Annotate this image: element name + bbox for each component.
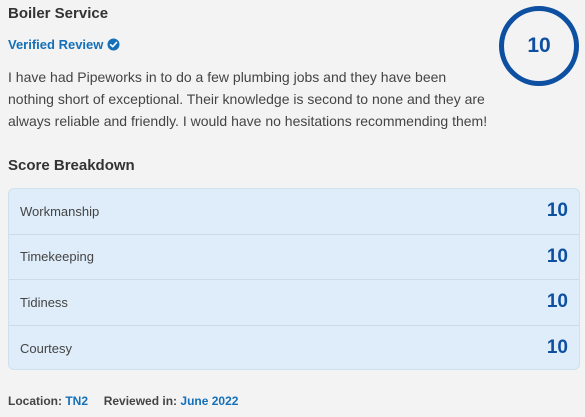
breakdown-label: Tidiness — [20, 294, 68, 310]
reviewed-value: June 2022 — [180, 394, 239, 408]
breakdown-score: 10 — [546, 200, 568, 222]
review-meta: Location: TN2 Reviewed in: June 2022 — [8, 394, 238, 408]
reviewed-label: Reviewed in: — [103, 394, 178, 408]
location-label: Location: — [8, 394, 62, 408]
breakdown-row-workmanship: Workmanship 10 — [9, 189, 579, 235]
overall-score-value: 10 — [527, 34, 551, 57]
breakdown-score: 10 — [546, 291, 568, 313]
overall-score-circle: 10 — [499, 6, 579, 86]
breakdown-row-courtesy: Courtesy 10 — [9, 326, 579, 370]
service-title: Boiler Service — [8, 5, 109, 22]
score-breakdown-panel: Workmanship 10 Timekeeping 10 Tidiness 1… — [8, 188, 580, 370]
breakdown-label: Workmanship — [20, 203, 100, 219]
verified-review-label: Verified Review — [8, 37, 104, 52]
breakdown-row-tidiness: Tidiness 10 — [9, 280, 579, 326]
review-text: I have had Pipeworks in to do a few plum… — [8, 69, 488, 129]
verified-review-badge: Verified Review — [8, 37, 120, 52]
breakdown-row-timekeeping: Timekeeping 10 — [9, 235, 579, 280]
score-breakdown-heading: Score Breakdown — [8, 157, 135, 174]
breakdown-score: 10 — [546, 337, 568, 359]
check-badge-icon — [107, 38, 120, 51]
breakdown-label: Courtesy — [20, 340, 73, 356]
breakdown-label: Timekeeping — [20, 249, 94, 265]
breakdown-score: 10 — [546, 245, 568, 267]
location-value: TN2 — [65, 394, 89, 408]
